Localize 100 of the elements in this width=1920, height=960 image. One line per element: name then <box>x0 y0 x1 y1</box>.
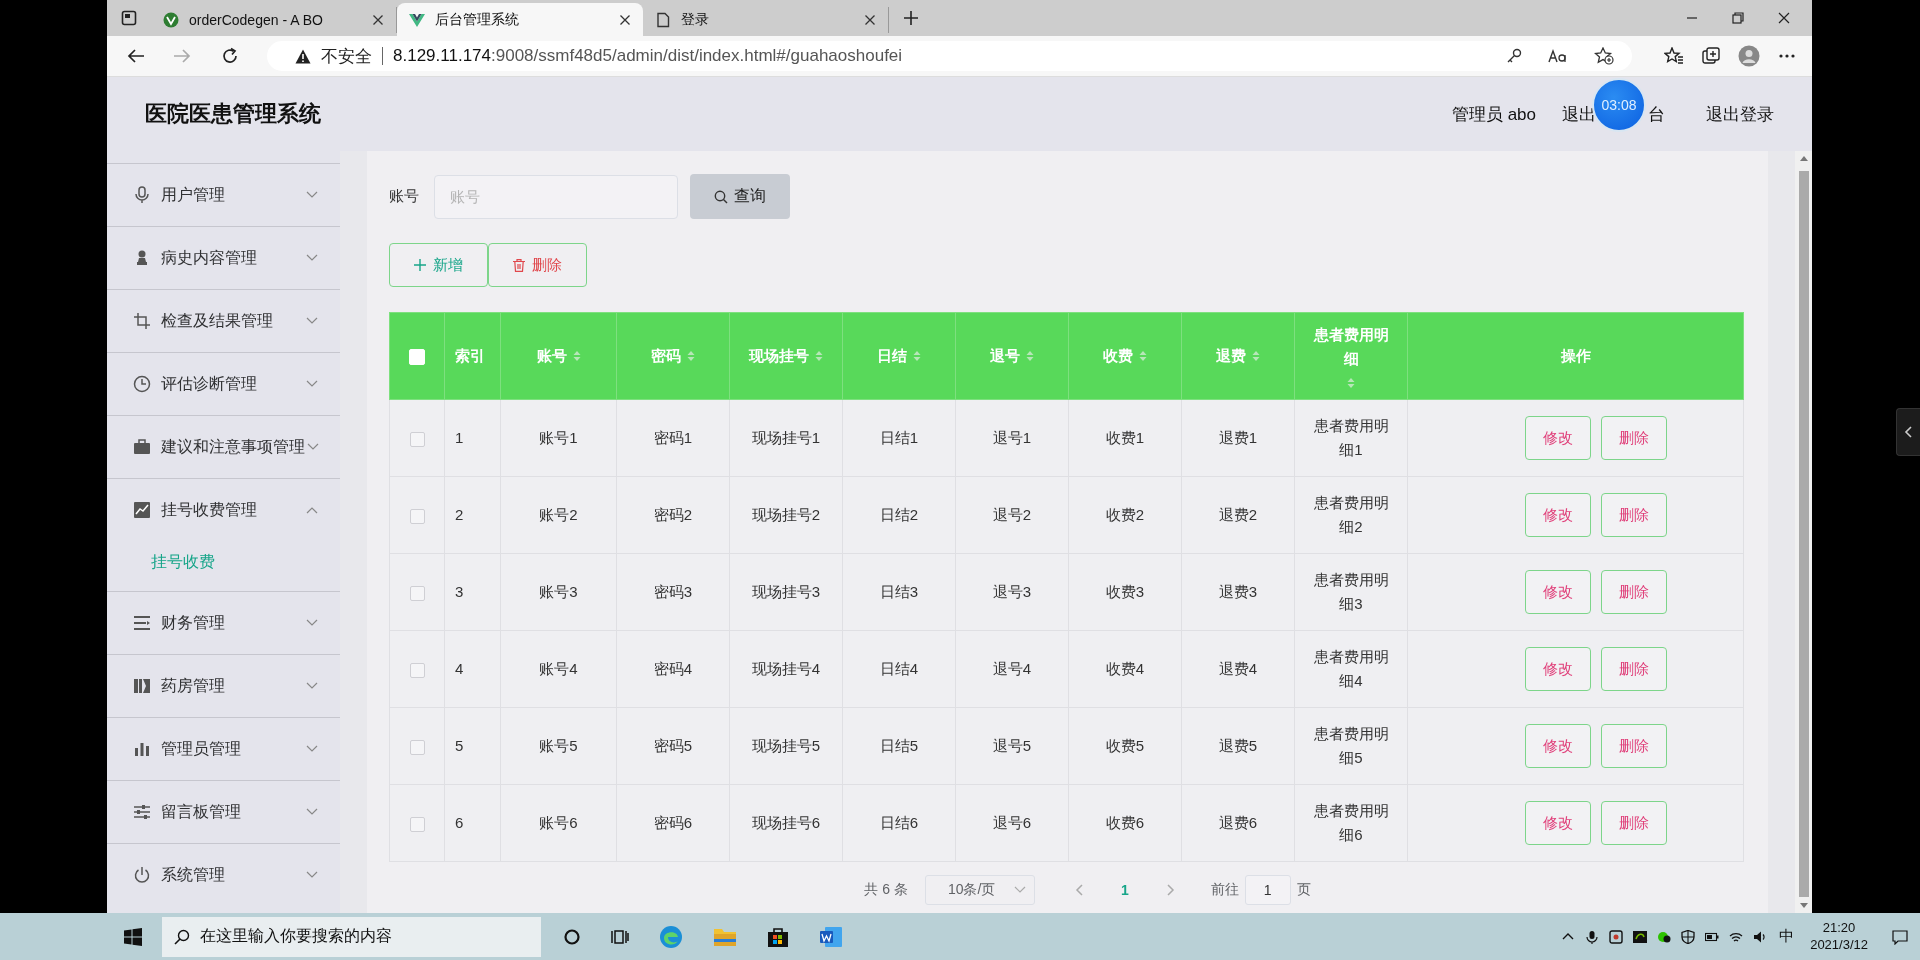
table-cell-text: 现场挂号1 <box>751 428 821 448</box>
close-icon[interactable] <box>864 14 876 26</box>
chevron-down-icon <box>306 380 318 388</box>
input-method-indicator[interactable]: 中 <box>1779 927 1795 946</box>
favorites-icon[interactable] <box>1664 47 1684 65</box>
v-logo-icon <box>409 11 425 28</box>
edit-button[interactable]: 修改 <box>1524 570 1591 614</box>
goto-label: 前往 <box>1210 881 1239 899</box>
browser-tab[interactable]: 后台管理系统 <box>397 3 643 36</box>
notifications-icon[interactable] <box>1892 928 1908 945</box>
menu-item[interactable]: 药房管理 <box>107 655 340 717</box>
menu-item[interactable]: 建议和注意事项管理 <box>107 416 340 478</box>
scrollbar-thumb[interactable] <box>1798 171 1809 897</box>
checkbox[interactable] <box>409 508 425 524</box>
table-cell-text: 退号2 <box>992 505 1032 525</box>
table-cell-text: 退号4 <box>992 659 1032 679</box>
table-cell-text: 患者费用明细2 <box>1312 493 1390 537</box>
page-input[interactable]: 1 <box>1244 875 1291 905</box>
new-tab-icon[interactable] <box>903 10 919 26</box>
add-favorite-icon[interactable] <box>1594 47 1614 65</box>
back-icon[interactable] <box>127 48 145 64</box>
table-cell-text: 退费5 <box>1218 736 1258 756</box>
windows-logo-icon[interactable] <box>124 927 142 946</box>
address-field[interactable]: 不安全 8.129.11.174:9008/ssmf48d5/admin/dist/index.html#/guahaoshoufei <box>267 41 1632 71</box>
graphics-tray-icon[interactable] <box>1633 929 1648 944</box>
restore-icon[interactable] <box>1732 12 1744 24</box>
close-icon[interactable] <box>372 14 384 26</box>
word-document-icon[interactable] <box>819 925 843 948</box>
profile-avatar-icon[interactable] <box>1738 45 1760 67</box>
sliders-icon <box>133 803 151 821</box>
menu-item[interactable]: 财务管理 <box>107 592 340 654</box>
search-field[interactable]: 账号 <box>434 174 678 219</box>
collections-icon[interactable] <box>1702 47 1720 65</box>
delete-button[interactable]: 删除 <box>1600 801 1667 845</box>
search-button[interactable]: 查询 <box>690 174 790 219</box>
browser-tab[interactable]: orderCodegen - A BO <box>151 7 397 33</box>
task-view-icon[interactable] <box>611 927 629 946</box>
scroll-up-icon[interactable] <box>1799 155 1808 161</box>
checkbox[interactable] <box>409 739 425 755</box>
edit-button[interactable]: 修改 <box>1524 647 1591 691</box>
delete-button[interactable]: 删除 <box>488 243 587 287</box>
app-tray-icon[interactable] <box>1609 929 1624 944</box>
reload-icon[interactable] <box>221 47 239 65</box>
more-icon[interactable] <box>1778 53 1796 59</box>
table-cell-text: 收费2 <box>1105 505 1145 525</box>
close-icon[interactable] <box>619 13 631 26</box>
table-cell-text: 现场挂号2 <box>751 505 821 525</box>
menu-item[interactable]: 检查及结果管理 <box>107 290 340 352</box>
key-icon[interactable] <box>1506 48 1522 64</box>
read-aloud-icon[interactable] <box>1548 48 1568 64</box>
chat-tray-icon[interactable] <box>1657 929 1672 944</box>
microphone-icon <box>133 186 151 204</box>
menu-item[interactable]: 挂号收费管理 <box>107 479 340 541</box>
scroll-down-icon[interactable] <box>1799 903 1808 909</box>
checkbox[interactable] <box>409 662 425 678</box>
table-cell-text: 6 <box>455 813 464 833</box>
table-cell-text: 日结3 <box>879 582 919 602</box>
side-panel-button[interactable] <box>1896 407 1920 456</box>
shield-icon[interactable] <box>1681 929 1696 944</box>
table-cell-text: 收费4 <box>1105 659 1145 679</box>
table-cell-text: 收费3 <box>1105 582 1145 602</box>
menu-item[interactable]: 用户管理 <box>107 164 340 226</box>
edit-button[interactable]: 修改 <box>1524 801 1591 845</box>
menu-item[interactable]: 评估诊断管理 <box>107 353 340 415</box>
close-icon[interactable] <box>1778 12 1790 24</box>
edit-button[interactable]: 修改 <box>1524 724 1591 768</box>
menu-item[interactable]: 病史内容管理 <box>107 227 340 289</box>
books-icon <box>133 677 151 695</box>
chevron-down-icon <box>306 191 318 199</box>
checkbox[interactable] <box>409 431 425 447</box>
delete-button[interactable]: 删除 <box>1600 570 1667 614</box>
table-cell-text: 密码5 <box>653 736 693 756</box>
speaker-icon[interactable] <box>1753 929 1768 944</box>
menu-item[interactable]: 管理员管理 <box>107 718 340 780</box>
browser-tab[interactable]: 登录 <box>643 7 889 33</box>
delete-button[interactable]: 删除 <box>1600 724 1667 768</box>
checkbox[interactable] <box>409 585 425 601</box>
clock[interactable]: 21:20 2021/3/12 <box>1810 919 1868 954</box>
edit-button[interactable]: 修改 <box>1524 493 1591 537</box>
store-bag-icon[interactable] <box>767 925 789 948</box>
front-link-fragment[interactable]: 台 <box>1648 102 1665 126</box>
edit-button[interactable]: 修改 <box>1524 416 1591 460</box>
table-cell-text: 2 <box>455 505 464 525</box>
tab-actions-icon[interactable] <box>121 10 137 26</box>
table-cell-text: 患者费用明细4 <box>1312 647 1390 691</box>
delete-button[interactable]: 删除 <box>1600 493 1667 537</box>
taskbar-search-field[interactable]: 在这里输入你要搜索的内容 <box>162 916 541 957</box>
trash-icon <box>513 258 525 272</box>
checkbox[interactable] <box>409 816 425 832</box>
logout-link[interactable]: 退出登录 <box>1706 102 1774 126</box>
cortana-icon[interactable] <box>563 927 581 946</box>
microphone-icon[interactable] <box>1585 929 1600 944</box>
table-cell-text: 退号6 <box>992 813 1032 833</box>
menu-item[interactable]: 系统管理 <box>107 844 340 906</box>
menu-item[interactable]: 留言板管理 <box>107 781 340 843</box>
page-size-select[interactable]: 10条/页 <box>924 875 1035 905</box>
delete-button[interactable]: 删除 <box>1600 416 1667 460</box>
table-cell-text: 退费1 <box>1218 428 1258 448</box>
delete-button[interactable]: 删除 <box>1600 647 1667 691</box>
crop-icon <box>133 312 151 330</box>
